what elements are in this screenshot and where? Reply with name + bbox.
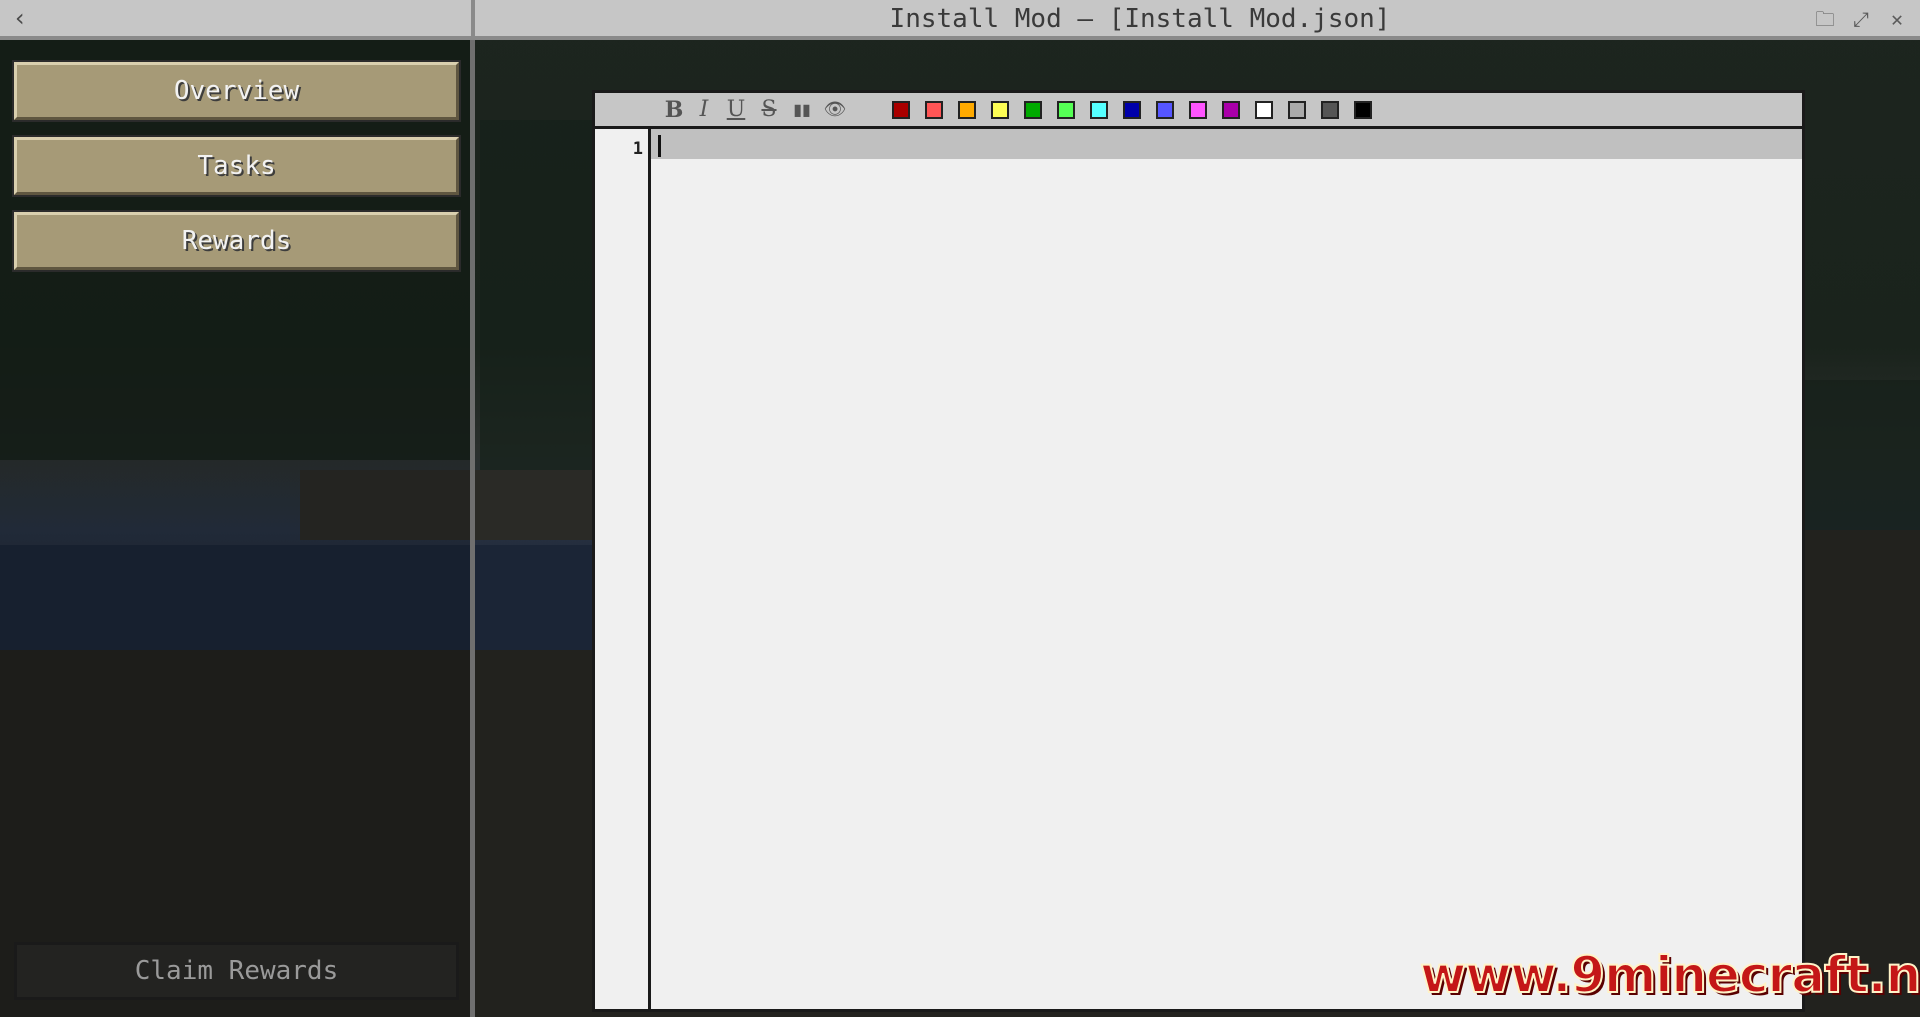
sidebar: Overview Tasks Rewards Claim Rewards [0, 40, 475, 1017]
watermark-logo: www.9minecraft.net [1419, 945, 1920, 1005]
tasks-button[interactable]: Tasks [12, 135, 461, 197]
color-swatch[interactable] [991, 101, 1009, 119]
chevron-left-icon[interactable]: ‹ [8, 6, 32, 30]
color-swatch[interactable] [1321, 101, 1339, 119]
close-icon[interactable]: ✕ [1884, 6, 1910, 32]
color-swatch[interactable] [925, 101, 943, 119]
color-swatch[interactable] [1288, 101, 1306, 119]
italic-icon[interactable]: I [691, 97, 717, 123]
color-swatch[interactable] [1255, 101, 1273, 119]
bold-icon[interactable]: B [661, 97, 687, 123]
color-swatch[interactable] [1123, 101, 1141, 119]
color-swatch[interactable] [1090, 101, 1108, 119]
folder-icon[interactable]: 🗀 [1812, 6, 1838, 32]
color-swatch[interactable] [958, 101, 976, 119]
preview-eye-icon[interactable]: 👁 [822, 97, 848, 123]
color-swatch[interactable] [1156, 101, 1174, 119]
overview-button[interactable]: Overview [12, 60, 461, 122]
title-bar: ‹ Install Mod – [Install Mod.json] 🗀 ⤢ ✕ [0, 0, 1920, 40]
color-swatch[interactable] [1189, 101, 1207, 119]
rewards-button[interactable]: Rewards [12, 210, 461, 272]
pin-icon[interactable]: ⤢ [1848, 6, 1874, 32]
color-swatch[interactable] [892, 101, 910, 119]
underline-icon[interactable]: U [723, 97, 749, 123]
title-bar-left-segment: ‹ [0, 0, 475, 40]
line-number: 1 [632, 139, 643, 159]
window-controls: 🗀 ⤢ ✕ [1812, 6, 1910, 32]
obfuscated-icon[interactable]: ▮▮ [789, 97, 815, 123]
line-gutter: 1 [595, 129, 651, 1009]
claim-rewards-button[interactable]: Claim Rewards [14, 942, 459, 1000]
color-swatch[interactable] [1057, 101, 1075, 119]
format-toolbar: B I U S ▮▮ 👁 [595, 93, 1802, 129]
text-caret [658, 135, 661, 157]
window-title: Install Mod – [Install Mod.json] [889, 4, 1391, 34]
strikethrough-icon[interactable]: S [756, 97, 782, 123]
color-swatch[interactable] [1024, 101, 1042, 119]
text-editor: B I U S ▮▮ 👁 1 [592, 90, 1805, 1012]
color-swatch[interactable] [1222, 101, 1240, 119]
color-swatch[interactable] [1354, 101, 1372, 119]
editor-text-area[interactable] [654, 129, 1802, 1009]
